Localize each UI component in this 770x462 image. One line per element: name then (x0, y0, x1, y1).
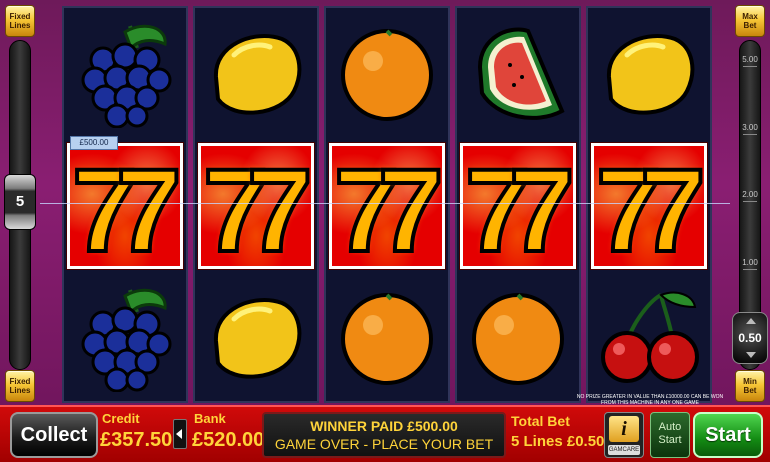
reel-cell (67, 11, 183, 135)
gamcare-logo: GAMCARE (608, 445, 640, 455)
arrow-down-icon (746, 352, 756, 358)
reel-cell-win: 77 (460, 143, 576, 269)
reel-cell (329, 11, 445, 135)
reel-2: 77 (193, 6, 319, 403)
fixed-lines-button-bottom[interactable]: Fixed Lines (5, 370, 35, 402)
lemon-icon (606, 34, 695, 115)
reel-cell (591, 11, 707, 135)
reel-cell (67, 275, 183, 399)
transfer-toggle-button[interactable] (173, 419, 187, 449)
reel-cell-win: 77 (67, 143, 183, 269)
fixed-lines-button-top[interactable]: Fixed Lines (5, 5, 35, 37)
watermelon-icon (477, 27, 565, 120)
lemon-icon (213, 298, 302, 379)
reel-cell (460, 11, 576, 135)
collect-button[interactable]: Collect (10, 412, 98, 458)
reel-cell (591, 275, 707, 399)
reel-cell-win: 77 (329, 143, 445, 269)
max-bet-button[interactable]: Max Bet (735, 5, 765, 37)
scale-label: 5.00 (734, 55, 766, 67)
credit-value: £357.50 (100, 429, 173, 451)
info-icon: i (609, 416, 639, 442)
info-button[interactable]: i GAMCARE (604, 412, 644, 458)
orange-icon (341, 29, 433, 121)
total-bet-label: Total Bet (511, 413, 570, 429)
status-message: GAME OVER - PLACE YOUR BET (274, 436, 494, 452)
cherries-icon (601, 291, 699, 383)
seven-icon: 77 (591, 143, 707, 269)
scale-label: 1.00 (734, 258, 766, 270)
reel-1: 77 (62, 6, 188, 403)
credit-label: Credit (102, 411, 140, 426)
orange-icon (472, 293, 564, 385)
win-message: WINNER PAID £500.00 (310, 418, 458, 434)
reel-cell-win: 77 (591, 143, 707, 269)
left-rail: Fixed Lines 5 Fixed Lines (0, 0, 40, 405)
orange-icon (341, 293, 433, 385)
bank-value: £520.00 (192, 429, 265, 451)
bet-value: 0.50 (738, 331, 762, 345)
auto-start-button[interactable]: Auto Start (650, 412, 690, 458)
lines-slider-knob[interactable]: 5 (4, 174, 36, 230)
reel-3: 77 (324, 6, 450, 403)
right-rail: Max Bet 5.00 3.00 2.00 1.00 0.50 Min Bet (730, 0, 770, 405)
arrow-up-icon (746, 318, 756, 324)
scale-label: 3.00 (734, 123, 766, 135)
grapes-icon (81, 288, 172, 392)
bottom-bar: Collect Credit £357.50 Bank £520.00 WINN… (0, 405, 770, 462)
reel-cell (198, 11, 314, 135)
grapes-icon (81, 24, 172, 128)
scale-label: 2.00 (734, 190, 766, 202)
reel-cell (329, 275, 445, 399)
reel-cell (198, 275, 314, 399)
payline (40, 203, 730, 204)
lines-value: 5 (15, 193, 25, 210)
lemon-icon (213, 34, 302, 115)
seven-icon: 77 (198, 143, 314, 269)
start-button[interactable]: Start (693, 412, 763, 458)
seven-icon: 77 (460, 143, 576, 269)
seven-icon: 77 (329, 143, 445, 269)
reel-4: 77 (455, 6, 581, 403)
reel-cell (460, 275, 576, 399)
message-panel: WINNER PAID £500.00 GAME OVER - PLACE YO… (262, 412, 506, 458)
bank-label: Bank (194, 411, 226, 426)
reel-5: 77 (586, 6, 712, 403)
bet-slider-knob[interactable]: 0.50 (732, 312, 768, 364)
min-bet-button[interactable]: Min Bet (735, 370, 765, 402)
total-bet-value: 5 Lines £0.50 (511, 433, 605, 450)
win-amount-tag: £500.00 (70, 136, 118, 150)
seven-icon: 77 (67, 143, 183, 269)
reel-cell-win: 77 (198, 143, 314, 269)
